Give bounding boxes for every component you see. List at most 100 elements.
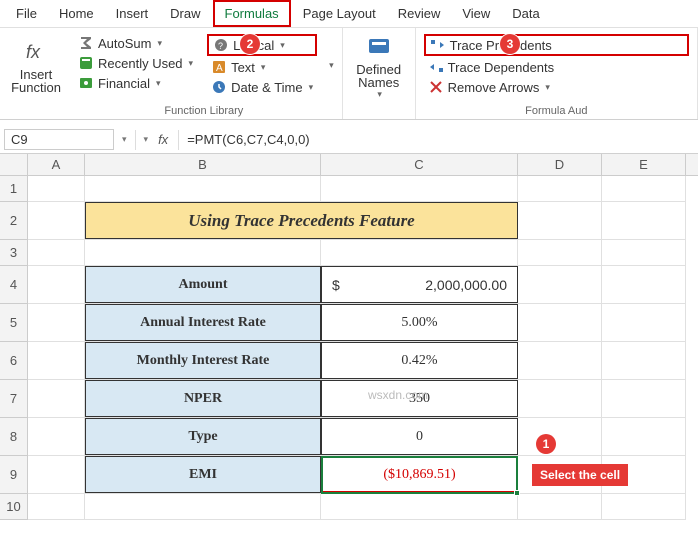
cell[interactable] (602, 176, 686, 201)
remove-arrows-button[interactable]: Remove Arrows▾ (424, 78, 689, 96)
cell[interactable] (28, 176, 85, 201)
autosum-button[interactable]: AutoSum▾ (74, 34, 197, 52)
cell[interactable] (518, 176, 602, 201)
cell[interactable] (28, 494, 85, 519)
cell[interactable] (85, 240, 321, 265)
label-type[interactable]: Type (85, 418, 321, 455)
name-box-dropdown-icon[interactable]: ▾ (118, 134, 131, 145)
tab-home[interactable]: Home (49, 2, 104, 25)
label-emi[interactable]: EMI (85, 456, 321, 493)
cell[interactable] (602, 342, 686, 379)
logical-button[interactable]: ? Logical▾ (207, 34, 317, 56)
name-box[interactable]: C9 (4, 129, 114, 150)
cell[interactable] (602, 202, 686, 239)
fill-handle[interactable] (514, 490, 520, 496)
cell[interactable] (28, 380, 85, 417)
cell[interactable] (602, 240, 686, 265)
label-amount[interactable]: Amount (85, 266, 321, 303)
cell[interactable] (518, 240, 602, 265)
formula-input[interactable]: =PMT(C6,C7,C4,0,0) (183, 132, 309, 147)
fx-icon[interactable]: fx (158, 132, 168, 147)
value-monthly-rate[interactable]: 0.42% (321, 342, 518, 379)
fx-dropdown-icon[interactable]: ▾ (140, 134, 153, 145)
row-header[interactable]: 2 (0, 202, 27, 240)
value-annual-rate[interactable]: 5.00% (321, 304, 518, 341)
col-header-b[interactable]: B (85, 154, 321, 175)
col-header-d[interactable]: D (518, 154, 602, 175)
chevron-down-icon: ▾ (545, 82, 550, 93)
cell[interactable] (518, 342, 602, 379)
cell[interactable] (28, 342, 85, 379)
worksheet: A B C D E 1 2 3 4 5 6 7 8 9 10 Using Tra… (0, 154, 698, 520)
select-cell-flag: Select the cell (532, 464, 628, 486)
row-header[interactable]: 7 (0, 380, 27, 418)
cell[interactable] (85, 494, 321, 519)
cell[interactable] (28, 304, 85, 341)
tab-file[interactable]: File (6, 2, 47, 25)
tab-page-layout[interactable]: Page Layout (293, 2, 386, 25)
col-header-e[interactable]: E (602, 154, 686, 175)
cell[interactable] (518, 304, 602, 341)
cell[interactable] (602, 304, 686, 341)
cell[interactable] (321, 240, 518, 265)
row-header[interactable]: 5 (0, 304, 27, 342)
chevron-down-icon: ▾ (261, 62, 266, 73)
cell[interactable] (28, 240, 85, 265)
cell[interactable] (602, 266, 686, 303)
cell[interactable] (321, 176, 518, 201)
financial-button[interactable]: Financial▾ (74, 74, 197, 92)
label-nper[interactable]: NPER (85, 380, 321, 417)
label-monthly-rate[interactable]: Monthly Interest Rate (85, 342, 321, 379)
cell[interactable] (602, 380, 686, 417)
cell[interactable] (28, 418, 85, 455)
row-header[interactable]: 9 (0, 456, 27, 494)
row-header[interactable]: 6 (0, 342, 27, 380)
tab-formulas[interactable]: Formulas (213, 0, 291, 27)
callout-2: 2 (240, 34, 260, 54)
svg-text:?: ? (218, 41, 223, 51)
cell[interactable] (602, 494, 686, 519)
watermark: wsxdn.com (368, 388, 428, 402)
cell[interactable] (85, 176, 321, 201)
row-header[interactable]: 1 (0, 176, 27, 202)
more-icon[interactable]: ▾ (329, 60, 334, 71)
insert-function-button[interactable]: fx InsertFunction (8, 32, 64, 100)
formula-bar: C9 ▾ ▾ fx =PMT(C6,C7,C4,0,0) (0, 126, 698, 154)
cell[interactable] (518, 380, 602, 417)
group-label-formula-auditing: Formula Aud (424, 103, 689, 117)
cell[interactable] (28, 456, 85, 493)
tab-data[interactable]: Data (502, 2, 549, 25)
col-header-a[interactable]: A (28, 154, 85, 175)
value-emi[interactable]: ($10,869.51) (321, 456, 518, 493)
tab-review[interactable]: Review (388, 2, 451, 25)
cell[interactable] (518, 266, 602, 303)
row-header[interactable]: 10 (0, 494, 27, 520)
defined-names-button[interactable]: DefinedNames ▾ (351, 32, 407, 100)
cell[interactable] (518, 418, 602, 455)
value-type[interactable]: 0 (321, 418, 518, 455)
svg-text:fx: fx (26, 42, 41, 62)
chevron-down-icon: ▾ (280, 40, 285, 51)
tab-insert[interactable]: Insert (106, 2, 159, 25)
cell[interactable] (518, 202, 602, 239)
tab-draw[interactable]: Draw (160, 2, 210, 25)
trace-dependents-button[interactable]: Trace Dependents (424, 58, 689, 76)
row-header[interactable]: 4 (0, 266, 27, 304)
row-header[interactable]: 3 (0, 240, 27, 266)
title-cell[interactable]: Using Trace Precedents Feature (85, 202, 518, 239)
date-time-button[interactable]: Date & Time▾ (207, 78, 317, 96)
trace-precedents-button[interactable]: Trace Precedents (424, 34, 689, 56)
group-label-function-library: Function Library (74, 103, 334, 117)
cell[interactable] (602, 418, 686, 455)
recently-used-button[interactable]: Recently Used▾ (74, 54, 197, 72)
text-button[interactable]: A Text▾ (207, 58, 317, 76)
tab-view[interactable]: View (452, 2, 500, 25)
col-header-c[interactable]: C (321, 154, 518, 175)
cell[interactable] (28, 202, 85, 239)
label-annual-rate[interactable]: Annual Interest Rate (85, 304, 321, 341)
row-header[interactable]: 8 (0, 418, 27, 456)
cell[interactable] (321, 494, 518, 519)
value-amount[interactable]: $2,000,000.00 (321, 266, 518, 303)
cell[interactable] (518, 494, 602, 519)
cell[interactable] (28, 266, 85, 303)
